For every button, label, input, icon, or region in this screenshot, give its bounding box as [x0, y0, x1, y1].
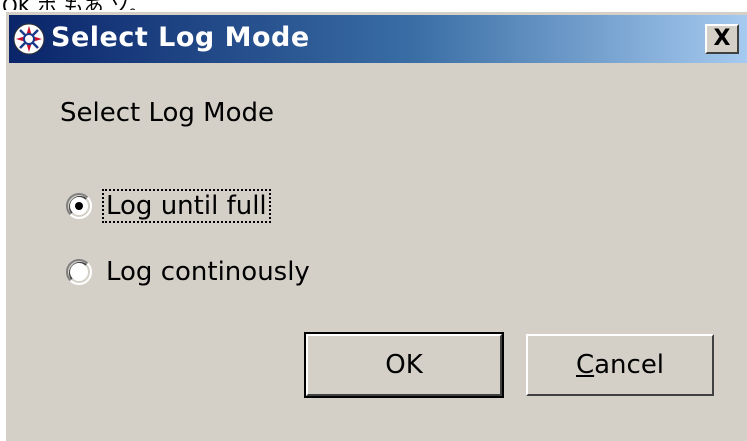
dialog-window: Select Log Mode X Select Log Mode Log un… — [4, 10, 747, 441]
prompt-label: Select Log Mode — [60, 98, 275, 128]
cancel-label-rest: ancel — [594, 350, 665, 380]
radio-selected-icon[interactable] — [66, 193, 92, 219]
app-icon — [13, 23, 45, 55]
radio-option-log-continuously[interactable]: Log continously — [66, 254, 312, 290]
cancel-button-label: Cancel — [576, 350, 664, 380]
ok-button-label: OK — [385, 350, 423, 380]
cancel-mnemonic: C — [575, 350, 595, 380]
radio-label-log-continuously: Log continously — [106, 257, 310, 287]
radio-unselected-icon[interactable] — [66, 259, 92, 285]
close-button[interactable]: X — [705, 24, 739, 54]
radio-option-log-until-full[interactable]: Log until full — [66, 188, 271, 224]
ok-button[interactable]: OK — [304, 332, 504, 398]
window-title: Select Log Mode — [51, 22, 310, 53]
radio-label-log-until-full: Log until full — [102, 189, 271, 223]
close-icon: X — [713, 26, 731, 51]
title-bar[interactable]: Select Log Mode X — [9, 15, 747, 63]
cancel-button[interactable]: Cancel — [526, 334, 714, 396]
